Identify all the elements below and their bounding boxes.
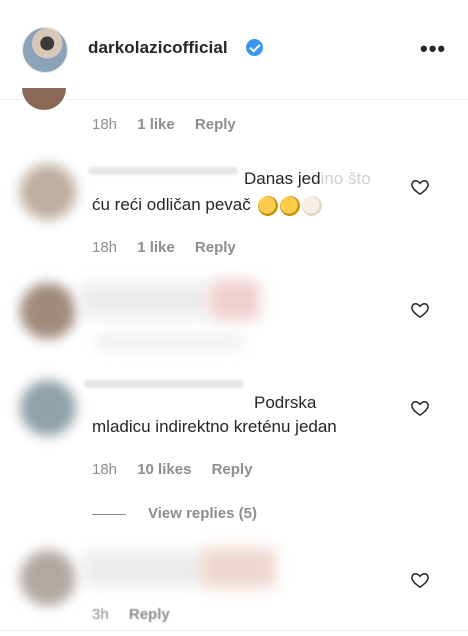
comment-text-line1: Danas jed xyxy=(244,169,321,188)
reply-button[interactable]: Reply xyxy=(129,606,170,623)
heart-icon[interactable] xyxy=(410,300,430,320)
clap-emoji-icon xyxy=(301,195,322,216)
heart-icon[interactable] xyxy=(410,570,430,590)
reply-button[interactable]: Reply xyxy=(195,116,236,133)
clap-emoji-icon xyxy=(279,195,300,216)
redacted-comment xyxy=(82,552,202,586)
comment-avatar[interactable] xyxy=(20,283,76,339)
post-header: darkolazicofficial ••• xyxy=(0,0,468,100)
comment-avatar[interactable] xyxy=(20,550,76,606)
redacted-comment xyxy=(80,282,210,318)
comment-meta: 18h 10 likes Reply xyxy=(92,461,268,478)
comment-likes[interactable]: 1 like xyxy=(137,239,175,256)
comment-text-line2: ću reći odličan pevač xyxy=(92,195,251,214)
comment-time: 18h xyxy=(92,461,118,478)
comment-text-line2: mladicu indirektno kreténu jedan xyxy=(92,417,337,436)
view-replies-label: View replies (5) xyxy=(148,505,257,522)
more-options-icon[interactable]: ••• xyxy=(420,36,446,62)
redacted-username xyxy=(84,380,244,388)
view-replies-button[interactable]: View replies (5) xyxy=(92,505,257,522)
heart-icon[interactable] xyxy=(410,398,430,418)
clap-emoji-icon xyxy=(257,195,278,216)
comment-text-faded: ino što xyxy=(320,169,371,188)
comment-text: Danas jedino što xyxy=(244,166,371,192)
comment-meta: 3h Reply xyxy=(92,606,186,623)
comment-likes[interactable]: 1 like xyxy=(137,116,175,133)
username[interactable]: darkolazicofficial xyxy=(88,38,228,58)
reply-button[interactable]: Reply xyxy=(195,239,236,256)
comment-time: 18h xyxy=(92,116,118,133)
comment-text: ću reći odličan pevač xyxy=(92,192,322,218)
comment-time: 18h xyxy=(92,239,118,256)
profile-avatar[interactable] xyxy=(22,27,68,73)
comment-time: 3h xyxy=(92,606,109,623)
comment-meta: 18h 1 like Reply xyxy=(92,239,252,256)
comment-likes[interactable]: 10 likes xyxy=(137,461,191,478)
redacted-emoji xyxy=(200,548,276,588)
comment-text-line1: Podrska xyxy=(254,393,317,412)
divider xyxy=(0,630,468,631)
redacted-emoji xyxy=(210,280,260,320)
comment-meta: 18h 1 like Reply xyxy=(92,116,252,133)
comment-avatar[interactable] xyxy=(20,380,76,436)
comment-avatar[interactable] xyxy=(20,164,76,220)
heart-icon[interactable] xyxy=(410,177,430,197)
verified-badge-icon xyxy=(246,39,263,56)
comment-avatar[interactable] xyxy=(22,88,66,110)
redacted-meta xyxy=(95,335,245,349)
redacted-username xyxy=(88,167,238,175)
view-replies-line xyxy=(92,513,126,515)
reply-button[interactable]: Reply xyxy=(212,461,253,478)
